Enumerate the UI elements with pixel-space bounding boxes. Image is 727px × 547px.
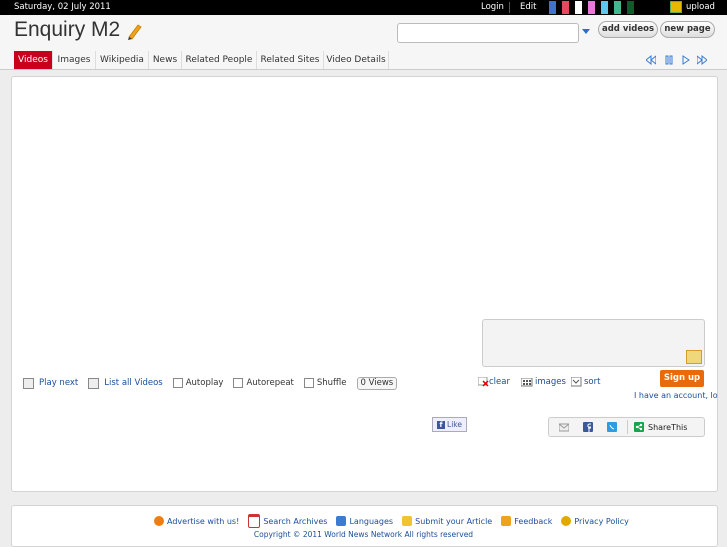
swatch-pink[interactable] xyxy=(588,1,598,14)
topbar-divider xyxy=(509,2,510,13)
search-box[interactable] xyxy=(397,23,579,43)
facebook-share-icon[interactable] xyxy=(583,422,593,432)
languages-link[interactable]: Languages xyxy=(336,516,393,526)
swatch-red[interactable] xyxy=(562,1,572,14)
lock-icon xyxy=(561,516,572,526)
swatch-green[interactable] xyxy=(614,1,624,14)
tab-wikipedia[interactable]: Wikipedia xyxy=(96,51,149,69)
clear-icon xyxy=(478,377,489,387)
share-bar: ShareThis xyxy=(548,417,705,437)
search-archives-label: Search Archives xyxy=(263,516,328,526)
pause-icon[interactable] xyxy=(664,55,674,65)
like-label: Like xyxy=(447,420,462,429)
tab-news[interactable]: News xyxy=(149,51,182,69)
play-next-icon xyxy=(23,377,34,389)
privacy-policy-label: Privacy Policy xyxy=(574,516,629,526)
shuffle-label: Shuffle xyxy=(316,378,347,388)
search-dropdown-icon[interactable] xyxy=(582,29,590,34)
shuffle-toggle[interactable]: Shuffle xyxy=(303,378,347,388)
swatch-white[interactable] xyxy=(575,1,585,14)
autorepeat-toggle[interactable]: Autorepeat xyxy=(233,378,294,388)
languages-icon xyxy=(336,516,347,526)
footer-links: Advertise with us! Search Archives Langu… xyxy=(154,514,638,528)
images-label: images xyxy=(535,377,566,387)
privacy-policy-link[interactable]: Privacy Policy xyxy=(561,516,629,526)
swatch-blue[interactable] xyxy=(549,1,559,14)
upload-label: upload xyxy=(686,2,715,12)
tab-related-sites[interactable]: Related Sites xyxy=(257,51,324,69)
autoplay-checkbox[interactable] xyxy=(172,378,183,388)
sort-button[interactable]: sort xyxy=(571,376,600,388)
list-icon xyxy=(88,377,100,389)
share-divider xyxy=(627,420,628,434)
tab-related-people[interactable]: Related People xyxy=(182,51,257,69)
play-next-label: Play next xyxy=(39,378,79,388)
submit-icon xyxy=(402,516,413,526)
rewind-icon[interactable] xyxy=(646,55,656,65)
color-swatches xyxy=(549,1,640,14)
tab-images[interactable]: Images xyxy=(53,51,96,69)
copyright-text: Copyright © 2011 World News Network All … xyxy=(253,530,474,539)
advertise-label: Advertise with us! xyxy=(167,516,240,526)
autoplay-toggle[interactable]: Autoplay xyxy=(172,378,224,388)
swatch-cyan[interactable] xyxy=(601,1,611,14)
languages-label: Languages xyxy=(349,516,394,526)
add-videos-button[interactable]: add videos xyxy=(598,21,658,38)
search-input[interactable] xyxy=(402,26,576,42)
comment-box[interactable] xyxy=(482,319,705,367)
twitter-icon[interactable] xyxy=(607,422,617,432)
facebook-like-button[interactable]: f Like xyxy=(432,417,467,432)
tab-videos[interactable]: Videos xyxy=(14,51,53,69)
search-archives-link[interactable]: Search Archives xyxy=(248,514,327,528)
feedback-label: Feedback xyxy=(514,516,553,526)
images-button[interactable]: images xyxy=(521,376,566,388)
submit-article-link[interactable]: Submit your Article xyxy=(402,516,492,526)
login-link[interactable]: Login xyxy=(481,2,504,12)
calendar-icon xyxy=(248,514,261,528)
grid-icon xyxy=(521,377,533,386)
fast-forward-icon[interactable] xyxy=(697,55,707,65)
play-icon[interactable] xyxy=(681,55,691,65)
autoplay-label: Autoplay xyxy=(185,378,224,388)
site-title: Enquiry M2 xyxy=(14,18,121,41)
sort-icon xyxy=(571,377,582,387)
sharethis-icon[interactable] xyxy=(634,422,644,432)
sign-up-button[interactable]: Sign up xyxy=(660,370,704,387)
playlist-controls: Play next List all Videos Autoplay Autor… xyxy=(23,376,398,390)
submit-article-label: Submit your Article xyxy=(415,516,493,526)
list-all-videos-button[interactable]: List all Videos xyxy=(88,377,163,389)
sharethis-label[interactable]: ShareThis xyxy=(648,423,687,432)
upload-icon xyxy=(670,1,682,13)
autorepeat-label: Autorepeat xyxy=(246,378,294,388)
sort-label: sort xyxy=(584,377,601,387)
clear-button[interactable]: clear xyxy=(478,376,510,388)
list-all-label: List all Videos xyxy=(104,378,163,388)
date-label: Saturday, 02 July 2011 xyxy=(14,2,111,12)
facebook-icon: f xyxy=(437,420,446,429)
tab-video-details[interactable]: Video Details xyxy=(324,51,389,69)
views-count: 0 Views xyxy=(356,376,398,390)
play-next-button[interactable]: Play next xyxy=(23,377,79,389)
have-account-link[interactable]: I have an account, lo xyxy=(634,391,718,400)
shuffle-checkbox[interactable] xyxy=(303,378,314,388)
new-page-button[interactable]: new page xyxy=(660,21,715,38)
email-icon[interactable] xyxy=(559,422,569,432)
autorepeat-checkbox[interactable] xyxy=(233,378,244,388)
feedback-pencil-icon xyxy=(501,516,512,526)
envelope-icon[interactable] xyxy=(686,350,702,364)
upload-link[interactable]: upload xyxy=(670,1,715,13)
tab-bar: Videos Images Wikipedia News Related Peo… xyxy=(0,51,727,70)
edit-link[interactable]: Edit xyxy=(520,2,536,12)
swatch-darkgreen[interactable] xyxy=(627,1,637,14)
clear-label: clear xyxy=(489,377,510,387)
top-bar: Saturday, 02 July 2011 Login Edit upload xyxy=(0,0,727,15)
advertise-link[interactable]: Advertise with us! xyxy=(154,516,239,526)
pencil-icon[interactable] xyxy=(126,22,142,40)
advertise-icon xyxy=(154,516,164,526)
feedback-link[interactable]: Feedback xyxy=(501,516,552,526)
